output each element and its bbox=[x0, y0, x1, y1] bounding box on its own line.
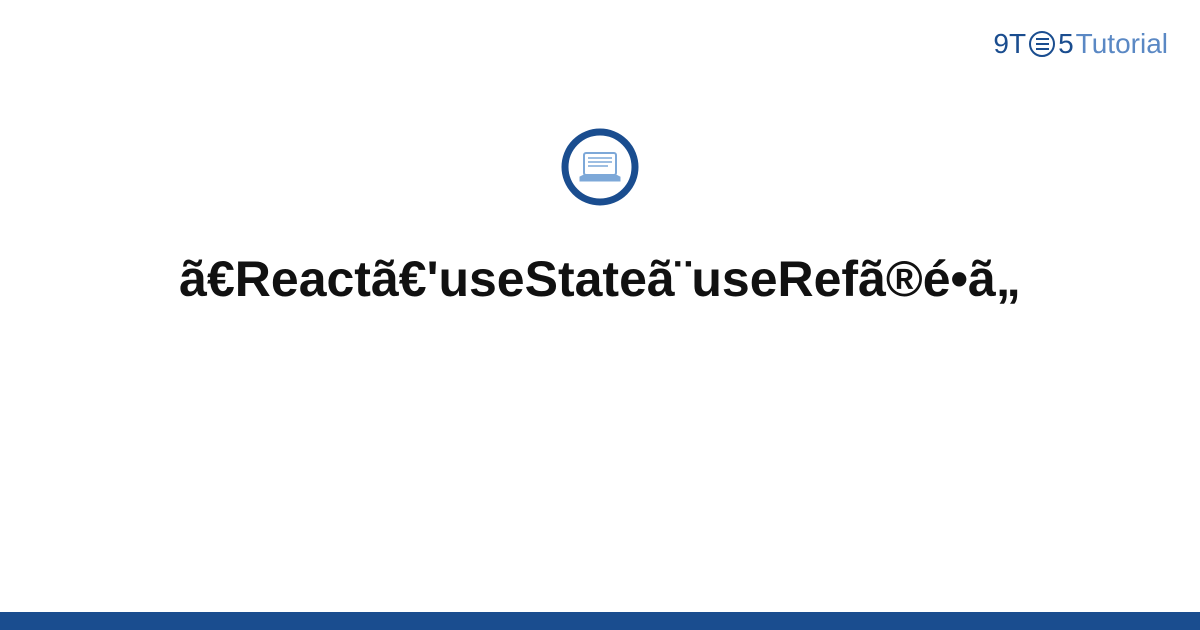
laptop-circle-icon bbox=[561, 128, 639, 211]
logo-text-5: 5 bbox=[1058, 28, 1074, 60]
site-logo: 9T 5 Tutorial bbox=[993, 28, 1168, 60]
logo-lines-icon bbox=[1036, 38, 1049, 50]
logo-text-tutorial: Tutorial bbox=[1076, 28, 1168, 60]
bottom-accent-bar bbox=[0, 612, 1200, 630]
page-title: ã€Reactã€'useStateã¨useRefã®é•ã„ bbox=[0, 250, 1200, 308]
logo-circle-icon bbox=[1029, 31, 1055, 57]
logo-text-9t: 9T bbox=[993, 28, 1026, 60]
